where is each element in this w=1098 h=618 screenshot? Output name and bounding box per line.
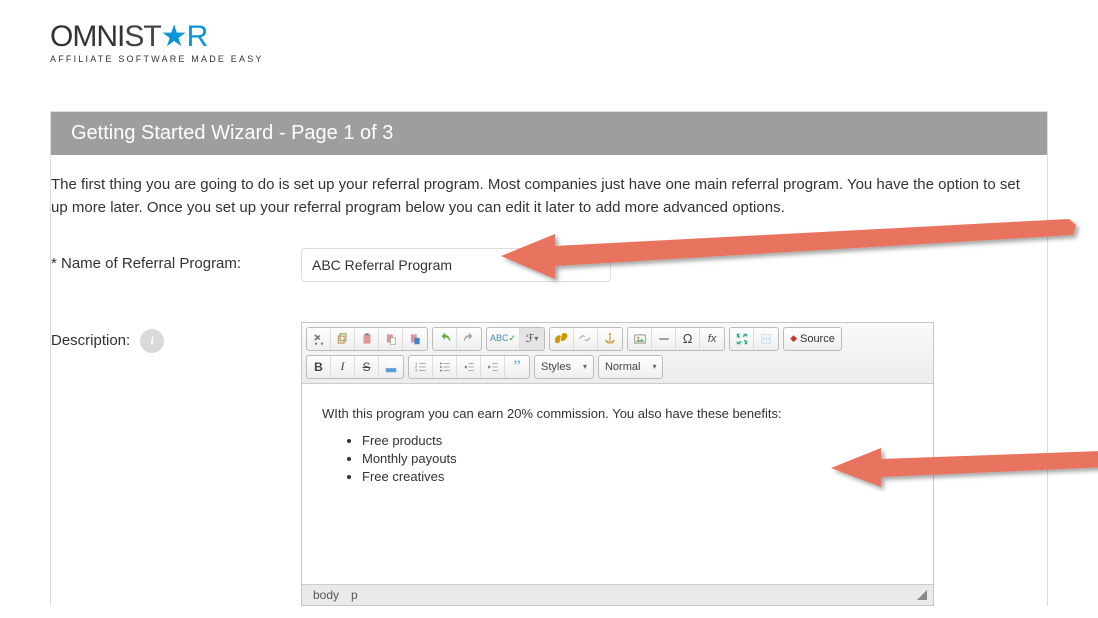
styles-dropdown[interactable]: Styles▾: [535, 356, 593, 378]
page-title: Getting Started Wizard - Page 1 of 3: [51, 112, 1047, 155]
editor-body[interactable]: WIth this program you can earn 20% commi…: [302, 384, 933, 584]
unlink-icon[interactable]: [574, 328, 598, 350]
list-item: Monthly payouts: [362, 451, 913, 466]
list-item: Free creatives: [362, 469, 913, 484]
indent-icon[interactable]: [481, 356, 505, 378]
intro-text: The first thing you are going to do is s…: [51, 173, 1047, 220]
header: OMNIST★R AFFILIATE SOFTWARE MADE EASY: [0, 0, 1098, 79]
info-icon[interactable]: i: [140, 329, 164, 353]
editor-bullet-list: Free products Monthly payouts Free creat…: [362, 433, 913, 484]
numbered-list-icon[interactable]: 123: [409, 356, 433, 378]
label-description: Description:: [51, 332, 130, 349]
hr-icon[interactable]: [652, 328, 676, 350]
logo-text-r: R: [187, 20, 208, 53]
source-button[interactable]: ◆Source: [784, 328, 841, 350]
logo-star-icon: ★: [161, 20, 187, 53]
paste-text-icon[interactable]: [379, 328, 403, 350]
wizard-panel: Getting Started Wizard - Page 1 of 3 The…: [50, 111, 1048, 606]
list-item: Free products: [362, 433, 913, 448]
paste-word-icon[interactable]: [403, 328, 427, 350]
label-program-name: * Name of Referral Program:: [51, 248, 301, 272]
row-description: Description: i: [51, 322, 1047, 606]
editor-toolbar: ABC✓ ℱ▾ Ω: [302, 323, 933, 384]
bold-icon[interactable]: B: [307, 356, 331, 378]
logo-text-st: ST: [124, 20, 160, 53]
outdent-icon[interactable]: [457, 356, 481, 378]
editor-element-path[interactable]: bodyp: [308, 588, 365, 602]
strike-icon[interactable]: S: [355, 356, 379, 378]
rich-text-editor: ABC✓ ℱ▾ Ω: [301, 322, 934, 606]
maximize-icon[interactable]: [730, 328, 754, 350]
svg-text:3: 3: [415, 368, 417, 372]
anchor-icon[interactable]: [598, 328, 622, 350]
blockquote-icon[interactable]: ”: [505, 356, 529, 378]
editor-footer: bodyp: [302, 584, 933, 605]
bullet-list-icon[interactable]: [433, 356, 457, 378]
resize-handle-icon[interactable]: [917, 590, 927, 600]
content: The first thing you are going to do is s…: [51, 155, 1047, 606]
editor-paragraph: WIth this program you can earn 20% commi…: [322, 406, 913, 421]
paste-icon[interactable]: [355, 328, 379, 350]
input-program-name[interactable]: [301, 248, 611, 282]
remove-format-icon[interactable]: [379, 356, 403, 378]
equation-icon[interactable]: fx: [700, 328, 724, 350]
logo-tagline: AFFILIATE SOFTWARE MADE EASY: [50, 54, 264, 64]
row-name: * Name of Referral Program:: [51, 248, 1047, 282]
special-char-icon[interactable]: Ω: [676, 328, 700, 350]
italic-icon[interactable]: I: [331, 356, 355, 378]
copy-icon[interactable]: [331, 328, 355, 350]
logo-text-omni: OMNI: [50, 20, 124, 53]
logo: OMNIST★R AFFILIATE SOFTWARE MADE EASY: [50, 22, 264, 64]
cut-icon[interactable]: [307, 328, 331, 350]
show-blocks-icon[interactable]: [754, 328, 778, 350]
format-dropdown[interactable]: Normal▾: [599, 356, 662, 378]
spellcheck-toggle-icon[interactable]: ℱ▾: [520, 328, 544, 350]
spellcheck-icon[interactable]: ABC✓: [487, 328, 520, 350]
undo-icon[interactable]: [433, 328, 457, 350]
image-icon[interactable]: [628, 328, 652, 350]
link-icon[interactable]: [550, 328, 574, 350]
redo-icon[interactable]: [457, 328, 481, 350]
